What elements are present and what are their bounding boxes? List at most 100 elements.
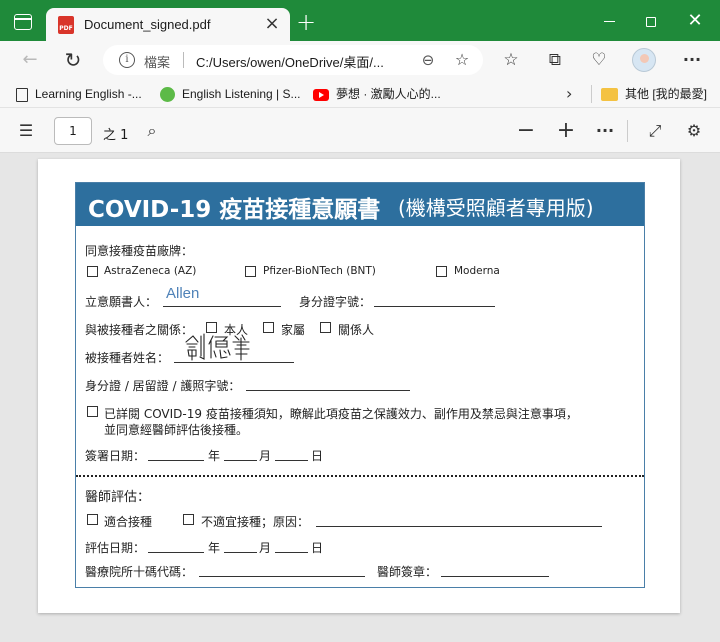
consent-text-line1: 已詳閱 COVID-19 疫苗接種須知，瞭解此項疫苗之保護效力、副作用及禁忌與注… — [104, 407, 578, 421]
page-total-label: 之 1 — [103, 128, 129, 143]
form-subtitle: (機構受照顧者專用版) — [398, 196, 594, 220]
url-text[interactable]: C:/Users/owen/OneDrive/桌面/... — [196, 52, 384, 71]
pdf-toolbar: ☰ 1 之 1 ⌕ − + ··· ⤢ ⚙ — [0, 108, 720, 153]
close-tab-icon[interactable]: × — [262, 14, 282, 34]
eval-year-field[interactable] — [148, 552, 204, 553]
profile-avatar[interactable] — [632, 48, 656, 72]
bookmark-learning-english[interactable]: Learning English -... — [16, 85, 142, 103]
hospital-code-field[interactable] — [199, 576, 365, 577]
info-icon[interactable]: i — [119, 52, 135, 68]
new-tab-icon[interactable]: + — [295, 10, 317, 34]
consent-form: COVID-19 疫苗接種意願書 (機構受照顧者專用版) 同意接種疫苗廠牌： A… — [75, 182, 645, 588]
pdf-page: COVID-19 疫苗接種意願書 (機構受照顧者專用版) 同意接種疫苗廠牌： A… — [38, 159, 680, 613]
suitable-label: 適合接種 — [104, 515, 153, 529]
relation-related-checkbox[interactable] — [320, 322, 331, 333]
form-title: COVID-19 疫苗接種意願書 — [88, 197, 381, 223]
brand-bnt-label: Pfizer-BioNTech (BNT) — [263, 265, 376, 277]
zoom-magnifier-icon[interactable]: ⊖ — [417, 49, 439, 71]
doctor-stamp-label: 醫師簽章： — [377, 565, 438, 579]
back-arrow-icon[interactable]: ← — [18, 49, 42, 71]
tab-title: Document_signed.pdf — [84, 17, 211, 32]
brand-moderna-checkbox[interactable] — [436, 266, 447, 277]
relation-related-label: 關係人 — [338, 323, 375, 337]
eval-month-field[interactable] — [224, 552, 257, 553]
recipient-name-label: 被接種者姓名： — [85, 351, 170, 365]
search-icon[interactable]: ⌕ — [141, 120, 163, 142]
handwritten-signature[interactable] — [183, 332, 263, 362]
file-scheme-label: 檔案 — [144, 56, 171, 71]
collections-icon[interactable]: ⧉ — [543, 49, 567, 71]
relation-family-checkbox[interactable] — [263, 322, 274, 333]
more-tools-icon[interactable]: ··· — [594, 120, 616, 142]
bookmark-other-favorites[interactable]: 其他 [我的最愛] — [601, 85, 707, 103]
table-of-contents-icon[interactable]: ☰ — [15, 120, 37, 142]
bookmark-divider — [591, 85, 592, 103]
green-site-icon — [160, 87, 175, 103]
eval-year-unit: 年 — [208, 541, 221, 555]
fit-page-icon[interactable]: ⤢ — [644, 120, 666, 142]
bookmark-youtube-dream[interactable]: 夢想 · 激勵人心的... — [313, 85, 441, 103]
signer-label: 立意願書人： — [85, 295, 158, 309]
suitable-checkbox[interactable] — [87, 514, 98, 525]
relation-label: 與被接種者之關係： — [85, 323, 194, 337]
page-number-input[interactable]: 1 — [54, 117, 92, 145]
relation-family-label: 家屬 — [281, 323, 306, 337]
bookmark-label: Learning English -... — [35, 87, 142, 101]
consent-checkbox[interactable] — [87, 406, 98, 417]
sign-month-unit: 月 — [259, 449, 272, 463]
eval-day-unit: 日 — [311, 541, 324, 555]
folder-icon — [601, 88, 618, 102]
form-header: COVID-19 疫苗接種意願書 (機構受照顧者專用版) — [76, 183, 644, 226]
sign-date-label: 簽署日期： — [85, 449, 146, 463]
url-divider — [183, 52, 184, 68]
signer-underline — [163, 306, 281, 307]
sign-day-field[interactable] — [275, 460, 308, 461]
navigation-bar: ← ↻ i 檔案 C:/Users/owen/OneDrive/桌面/... ⊖… — [0, 41, 720, 79]
recipient-doc-label: 身分證 / 居留證 / 護照字號： — [85, 379, 241, 393]
close-window-button[interactable]: ✕ — [680, 8, 710, 34]
sign-year-unit: 年 — [208, 449, 221, 463]
recipient-doc-field[interactable] — [246, 390, 410, 391]
bookmark-label: 夢想 · 激勵人心的... — [336, 87, 441, 101]
eval-day-field[interactable] — [275, 552, 308, 553]
browser-essentials-icon[interactable]: ♡ — [587, 49, 611, 71]
id-number-field[interactable] — [374, 306, 495, 307]
reason-field[interactable] — [316, 526, 602, 527]
sign-day-unit: 日 — [311, 449, 324, 463]
sign-month-field[interactable] — [224, 460, 257, 461]
not-suitable-label: 不適宜接種；原因： — [201, 515, 310, 529]
toolbar-divider — [627, 120, 628, 142]
doctor-stamp-field[interactable] — [441, 576, 549, 577]
not-suitable-checkbox[interactable] — [183, 514, 194, 525]
title-bar: PDF Document_signed.pdf × + ✕ — [0, 0, 720, 41]
eval-date-label: 評估日期： — [85, 541, 146, 555]
maximize-button[interactable] — [636, 8, 666, 34]
tab-actions-icon[interactable] — [14, 14, 32, 30]
zoom-in-icon[interactable]: + — [555, 120, 577, 142]
brand-bnt-checkbox[interactable] — [245, 266, 256, 277]
consent-text-line2: 並同意經醫師評估後接種。 — [104, 423, 249, 437]
brand-moderna-label: Moderna — [454, 265, 500, 277]
tab-document[interactable]: PDF Document_signed.pdf × — [46, 8, 290, 41]
bookmark-label: English Listening | S... — [182, 87, 301, 101]
page-icon — [16, 87, 28, 102]
recipient-name-underline — [174, 362, 294, 363]
brand-az-label: AstraZeneca (AZ) — [104, 265, 197, 277]
favorites-icon[interactable]: ☆ — [499, 49, 523, 71]
reload-icon[interactable]: ↻ — [61, 49, 85, 71]
add-favorite-icon[interactable]: ☆ — [451, 49, 473, 71]
minimize-button[interactable] — [594, 8, 624, 34]
pdf-file-icon: PDF — [58, 16, 74, 34]
bookmarks-bar: Learning English -... English Listening … — [0, 79, 720, 108]
address-bar[interactable]: i 檔案 C:/Users/owen/OneDrive/桌面/... ⊖ ☆ — [103, 45, 483, 75]
more-options-icon[interactable]: ··· — [680, 49, 704, 71]
eval-month-unit: 月 — [259, 541, 272, 555]
chevron-right-icon[interactable]: › — [566, 84, 572, 103]
brand-az-checkbox[interactable] — [87, 266, 98, 277]
signer-name-value[interactable]: Allen — [166, 285, 199, 302]
settings-gear-icon[interactable]: ⚙ — [683, 120, 705, 142]
pdf-viewer[interactable]: COVID-19 疫苗接種意願書 (機構受照顧者專用版) 同意接種疫苗廠牌： A… — [0, 153, 720, 642]
zoom-out-icon[interactable]: − — [515, 120, 537, 142]
sign-year-field[interactable] — [148, 460, 204, 461]
bookmark-english-listening[interactable]: English Listening | S... — [160, 85, 301, 103]
